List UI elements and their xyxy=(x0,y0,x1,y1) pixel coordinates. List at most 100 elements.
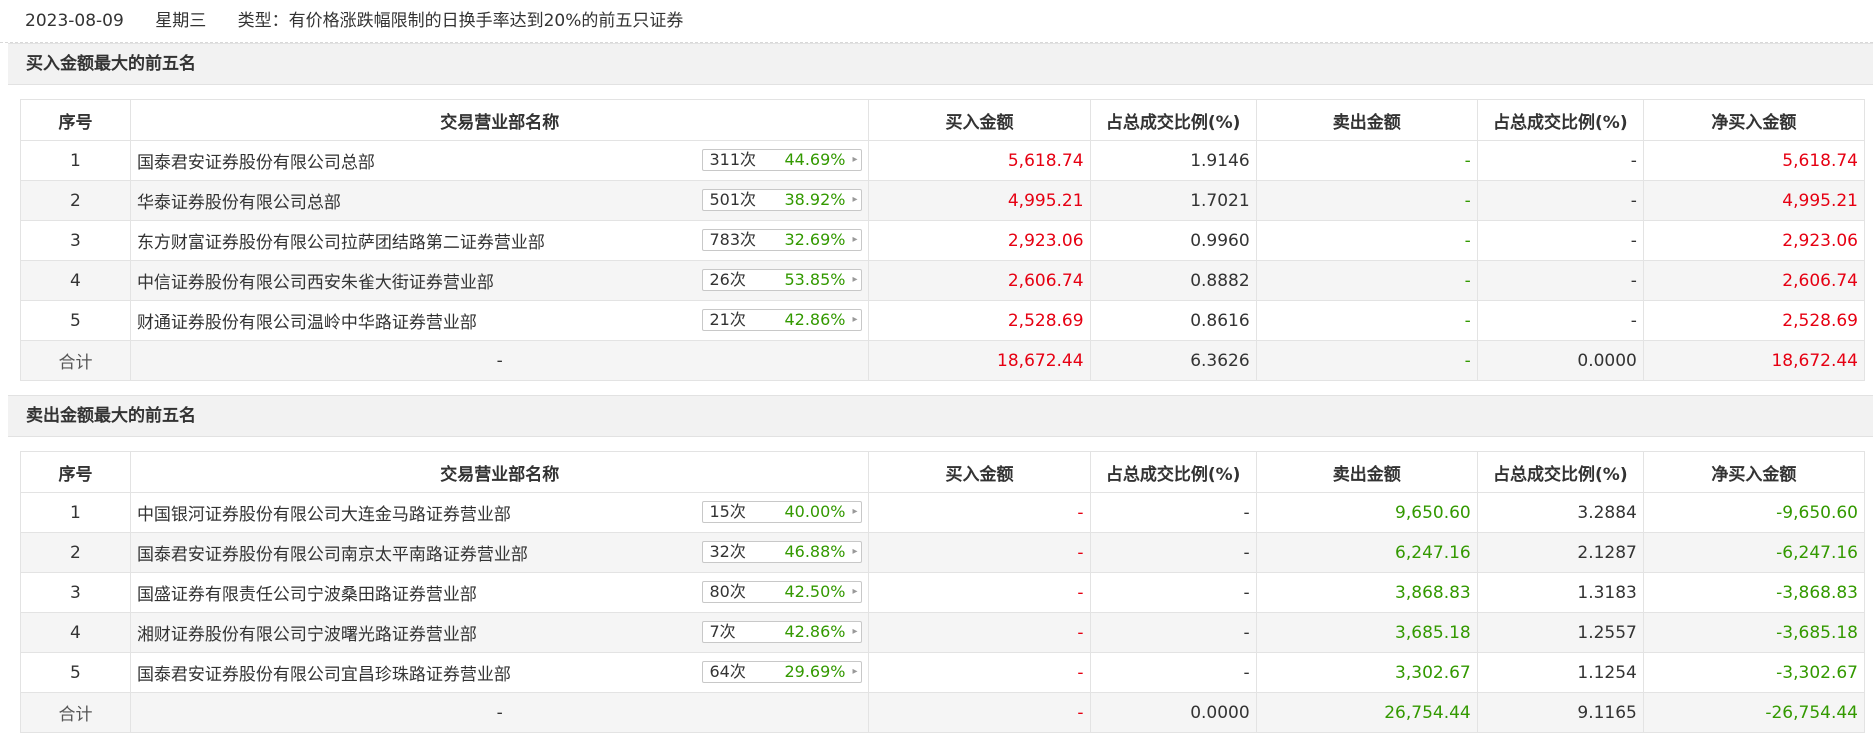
branch-name-link[interactable]: 国泰君安证券股份有限公司总部 xyxy=(137,148,375,173)
sell-ratio: - xyxy=(1476,300,1644,341)
total-branch: - xyxy=(129,340,870,381)
success-rate: 42.86% xyxy=(784,310,846,329)
branch-cell: 国盛证券有限责任公司宁波桑田路证券营业部 80次 42.50% ▸ xyxy=(129,572,870,613)
sell-ratio: 1.2557 xyxy=(1476,612,1644,653)
branch-name-link[interactable]: 东方财富证券股份有限公司拉萨团结路第二证券营业部 xyxy=(137,228,545,253)
col-header-net-buy: 净买入金额 xyxy=(1642,99,1866,141)
buy-ratio: - xyxy=(1089,572,1257,613)
row-index: 4 xyxy=(20,612,131,653)
branch-stats-button[interactable]: 26次 53.85% ▸ xyxy=(702,269,863,291)
total-net-buy: 18,672.44 xyxy=(1642,340,1866,381)
buy-top5-table: 序号 交易营业部名称 买入金额 占总成交比例(%) 卖出金额 占总成交比例(%)… xyxy=(20,99,1866,381)
buy-amount: 2,528.69 xyxy=(868,300,1091,341)
branch-stats-button[interactable]: 80次 42.50% ▸ xyxy=(702,581,863,603)
caret-right-icon: ▸ xyxy=(852,586,858,597)
branch-cell: 中国银河证券股份有限公司大连金马路证券营业部 15次 40.00% ▸ xyxy=(129,492,870,533)
sell-amount: 6,247.16 xyxy=(1255,532,1478,573)
appearance-count: 26次 xyxy=(709,270,746,289)
net-buy-amount: -9,650.60 xyxy=(1642,492,1866,533)
sell-amount: - xyxy=(1255,180,1478,221)
appearance-count: 80次 xyxy=(709,582,746,601)
total-sell-ratio: 0.0000 xyxy=(1476,340,1644,381)
buy-amount: 2,606.74 xyxy=(868,260,1091,301)
branch-cell: 财通证券股份有限公司温岭中华路证券营业部 21次 42.86% ▸ xyxy=(129,300,870,341)
branch-stats-button[interactable]: 311次 44.69% ▸ xyxy=(702,149,863,171)
net-buy-amount: 2,528.69 xyxy=(1642,300,1866,341)
appearance-count: 783次 xyxy=(709,230,757,249)
table-row: 3 国盛证券有限责任公司宁波桑田路证券营业部 80次 42.50% ▸ - -3,868.8… xyxy=(20,572,1866,613)
sell-amount: - xyxy=(1255,260,1478,301)
col-header-buy-ratio: 占总成交比例(%) xyxy=(1089,451,1257,493)
branch-stats-button[interactable]: 21次 42.86% ▸ xyxy=(702,309,863,331)
appearance-count: 21次 xyxy=(709,310,746,329)
sell-amount: 9,650.60 xyxy=(1255,492,1478,533)
sell-ratio: - xyxy=(1476,140,1644,181)
row-index: 2 xyxy=(20,180,131,221)
success-rate: 42.86% xyxy=(784,622,846,641)
table-row: 5 财通证券股份有限公司温岭中华路证券营业部 21次 42.86% ▸ 2,528.69 0… xyxy=(20,300,1866,341)
net-buy-amount: -6,247.16 xyxy=(1642,532,1866,573)
total-buy-ratio: 0.0000 xyxy=(1089,692,1257,733)
table-row: 2 华泰证券股份有限公司总部 501次 38.92% ▸ 4,995.21 1.7021- -… xyxy=(20,180,1866,221)
col-header-buy-ratio: 占总成交比例(%) xyxy=(1089,99,1257,141)
branch-stats-button[interactable]: 15次 40.00% ▸ xyxy=(702,501,863,523)
sell-ratio: 3.2884 xyxy=(1476,492,1644,533)
branch-name-link[interactable]: 中国银河证券股份有限公司大连金马路证券营业部 xyxy=(137,500,511,525)
buy-amount: 2,923.06 xyxy=(868,220,1091,261)
branch-name-link[interactable]: 华泰证券股份有限公司总部 xyxy=(137,188,341,213)
list-type: 类型：有价格涨跌幅限制的日换手率达到20%的前五只证券 xyxy=(237,11,684,31)
buy-ratio: - xyxy=(1089,492,1257,533)
sell-amount: 3,685.18 xyxy=(1255,612,1478,653)
branch-cell: 国泰君安证券股份有限公司南京太平南路证券营业部 32次 46.88% ▸ xyxy=(129,532,870,573)
col-header-sell-ratio: 占总成交比例(%) xyxy=(1476,99,1644,141)
branch-stats-button[interactable]: 32次 46.88% ▸ xyxy=(702,541,863,563)
branch-stats-button[interactable]: 64次 29.69% ▸ xyxy=(702,661,863,683)
branch-stats-button[interactable]: 783次 32.69% ▸ xyxy=(702,229,863,251)
branch-stats-button[interactable]: 501次 38.92% ▸ xyxy=(702,189,863,211)
net-buy-amount: 2,923.06 xyxy=(1642,220,1866,261)
row-index: 2 xyxy=(20,532,131,573)
row-index: 5 xyxy=(20,652,131,693)
col-header-index: 序号 xyxy=(20,451,131,493)
buy-amount: - xyxy=(868,652,1091,693)
col-header-sell-amount: 卖出金额 xyxy=(1255,451,1478,493)
appearance-count: 7次 xyxy=(709,622,736,641)
total-buy-amount: 18,672.44 xyxy=(868,340,1091,381)
branch-cell: 湘财证券股份有限公司宁波曙光路证券营业部 7次 42.86% ▸ xyxy=(129,612,870,653)
buy-ratio: 0.8616 xyxy=(1089,300,1257,341)
caret-right-icon: ▸ xyxy=(852,506,858,517)
appearance-count: 32次 xyxy=(709,542,746,561)
success-rate: 40.00% xyxy=(784,502,846,521)
branch-stats-button[interactable]: 7次 42.86% ▸ xyxy=(702,621,863,643)
total-label: 合计 xyxy=(20,692,131,733)
branch-name-link[interactable]: 国盛证券有限责任公司宁波桑田路证券营业部 xyxy=(137,580,477,605)
success-rate: 38.92% xyxy=(784,190,846,209)
caret-right-icon: ▸ xyxy=(852,274,858,285)
branch-name-link[interactable]: 国泰君安证券股份有限公司宜昌珍珠路证券营业部 xyxy=(137,660,511,685)
sell-amount: - xyxy=(1255,140,1478,181)
branch-name-link[interactable]: 财通证券股份有限公司温岭中华路证券营业部 xyxy=(137,308,477,333)
appearance-count: 311次 xyxy=(709,150,757,169)
row-index: 3 xyxy=(20,220,131,261)
buy-amount: - xyxy=(868,532,1091,573)
total-row: 合计 -18,672.44 6.3626-0.0000 18,672.44 xyxy=(20,340,1866,381)
row-index: 4 xyxy=(20,260,131,301)
col-header-buy-amount: 买入金额 xyxy=(868,451,1091,493)
sell-ratio: - xyxy=(1476,220,1644,261)
table-row: 1 国泰君安证券股份有限公司总部 311次 44.69% ▸ 5,618.74 1.9146… xyxy=(20,140,1866,181)
buy-amount: - xyxy=(868,572,1091,613)
row-index: 1 xyxy=(20,492,131,533)
buy-ratio: - xyxy=(1089,652,1257,693)
table-row: 5 国泰君安证券股份有限公司宜昌珍珠路证券营业部 64次 29.69% ▸ - -3,302… xyxy=(20,652,1866,693)
buy-ratio: 0.9960 xyxy=(1089,220,1257,261)
buy-amount: 5,618.74 xyxy=(868,140,1091,181)
branch-name-link[interactable]: 中信证券股份有限公司西安朱雀大街证券营业部 xyxy=(137,268,494,293)
table-header-row: 序号 交易营业部名称 买入金额 占总成交比例(%) 卖出金额 占总成交比例(%)… xyxy=(20,99,1866,141)
branch-name-link[interactable]: 国泰君安证券股份有限公司南京太平南路证券营业部 xyxy=(137,540,528,565)
branch-name-link[interactable]: 湘财证券股份有限公司宁波曙光路证券营业部 xyxy=(137,620,477,645)
caret-right-icon: ▸ xyxy=(852,154,858,165)
col-header-branch: 交易营业部名称 xyxy=(129,99,870,141)
col-header-sell-amount: 卖出金额 xyxy=(1255,99,1478,141)
trade-weekday: 星期三 xyxy=(155,11,207,31)
sell-top5-table: 序号 交易营业部名称 买入金额 占总成交比例(%) 卖出金额 占总成交比例(%)… xyxy=(20,451,1866,733)
